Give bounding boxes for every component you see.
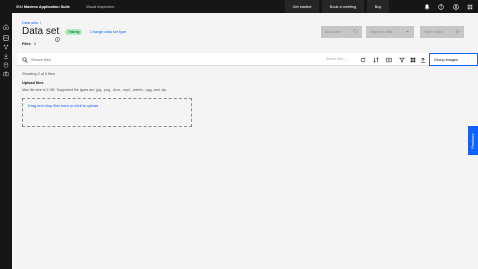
augment-data-button[interactable]: Augment data <box>366 26 414 38</box>
files-heading: Files <box>22 42 31 46</box>
page-title: Data set <box>22 26 60 37</box>
sort-icon[interactable] <box>373 56 379 63</box>
tag-icon <box>353 29 358 34</box>
side-rail <box>0 13 12 269</box>
upload-dropzone[interactable]: Drag and drop files here or click to upl… <box>22 98 192 127</box>
dataset-icon[interactable] <box>3 28 9 41</box>
data-icon[interactable] <box>3 55 9 68</box>
files-toolbar: Select files ⌄ Group images <box>17 53 478 66</box>
chevron-down-icon <box>405 30 410 33</box>
get-started-button[interactable]: Get started <box>285 0 319 13</box>
train-model-text: Train model <box>424 30 443 34</box>
upload-heading: Upload files <box>22 81 44 85</box>
brand-ibm: IBM <box>16 4 23 9</box>
grid-view-icon[interactable] <box>410 57 416 63</box>
label-icon[interactable] <box>386 57 392 63</box>
deploy-icon[interactable] <box>3 46 9 59</box>
select-files-dropdown[interactable]: Select files ⌄ <box>326 57 347 61</box>
train-icon <box>455 29 460 34</box>
filter-icon[interactable] <box>399 57 405 63</box>
buy-button[interactable]: Buy <box>367 0 389 13</box>
search-icon <box>22 56 28 63</box>
auto-label-button[interactable]: Auto label <box>321 26 362 38</box>
help-icon[interactable] <box>434 0 448 13</box>
user-icon[interactable] <box>449 0 463 13</box>
top-header: IBM Maximo Application Suite Visual Insp… <box>0 0 478 13</box>
feedback-button[interactable]: Feedback <box>468 126 478 155</box>
product-name[interactable]: Visual Inspection <box>86 5 115 9</box>
files-summary: Showing 0 of 0 files <box>22 72 55 76</box>
train-model-button[interactable]: Train model <box>420 26 464 38</box>
search-input[interactable] <box>31 55 201 64</box>
chevron-down-icon: ⌄ <box>344 57 348 61</box>
camera-icon[interactable] <box>3 64 9 77</box>
auto-label-text: Auto label <box>325 30 341 34</box>
files-count: 0 <box>34 42 37 46</box>
breadcrumb-separator: / <box>40 21 42 25</box>
model-icon[interactable] <box>3 37 9 50</box>
info-icon[interactable] <box>55 29 60 42</box>
home-icon[interactable] <box>3 17 9 30</box>
select-files-label: Select files <box>326 57 344 61</box>
upload-icon[interactable] <box>420 57 426 63</box>
change-dataset-type-link[interactable]: Change data set type <box>90 30 126 34</box>
breadcrumb: Data sets / <box>22 21 41 25</box>
refresh-icon[interactable] <box>360 57 366 63</box>
status-badge: Training <box>65 29 83 35</box>
notification-icon[interactable] <box>420 0 434 13</box>
book-meeting-button[interactable]: Book a meeting <box>322 0 364 13</box>
upload-description: Max file size is 2 GB. Supported file ty… <box>22 88 168 92</box>
dropzone-text: Drag and drop files here or click to upl… <box>28 104 99 108</box>
app-switcher-icon[interactable] <box>463 0 477 13</box>
feedback-label: Feedback <box>471 133 475 148</box>
app-brand[interactable]: IBM Maximo Application Suite <box>0 5 70 9</box>
breadcrumb-datasets-link[interactable]: Data sets <box>22 21 38 25</box>
group-images-button[interactable]: Group images <box>429 53 478 66</box>
brand-name: Maximo Application Suite <box>23 4 70 9</box>
augment-data-text: Augment data <box>370 30 393 34</box>
